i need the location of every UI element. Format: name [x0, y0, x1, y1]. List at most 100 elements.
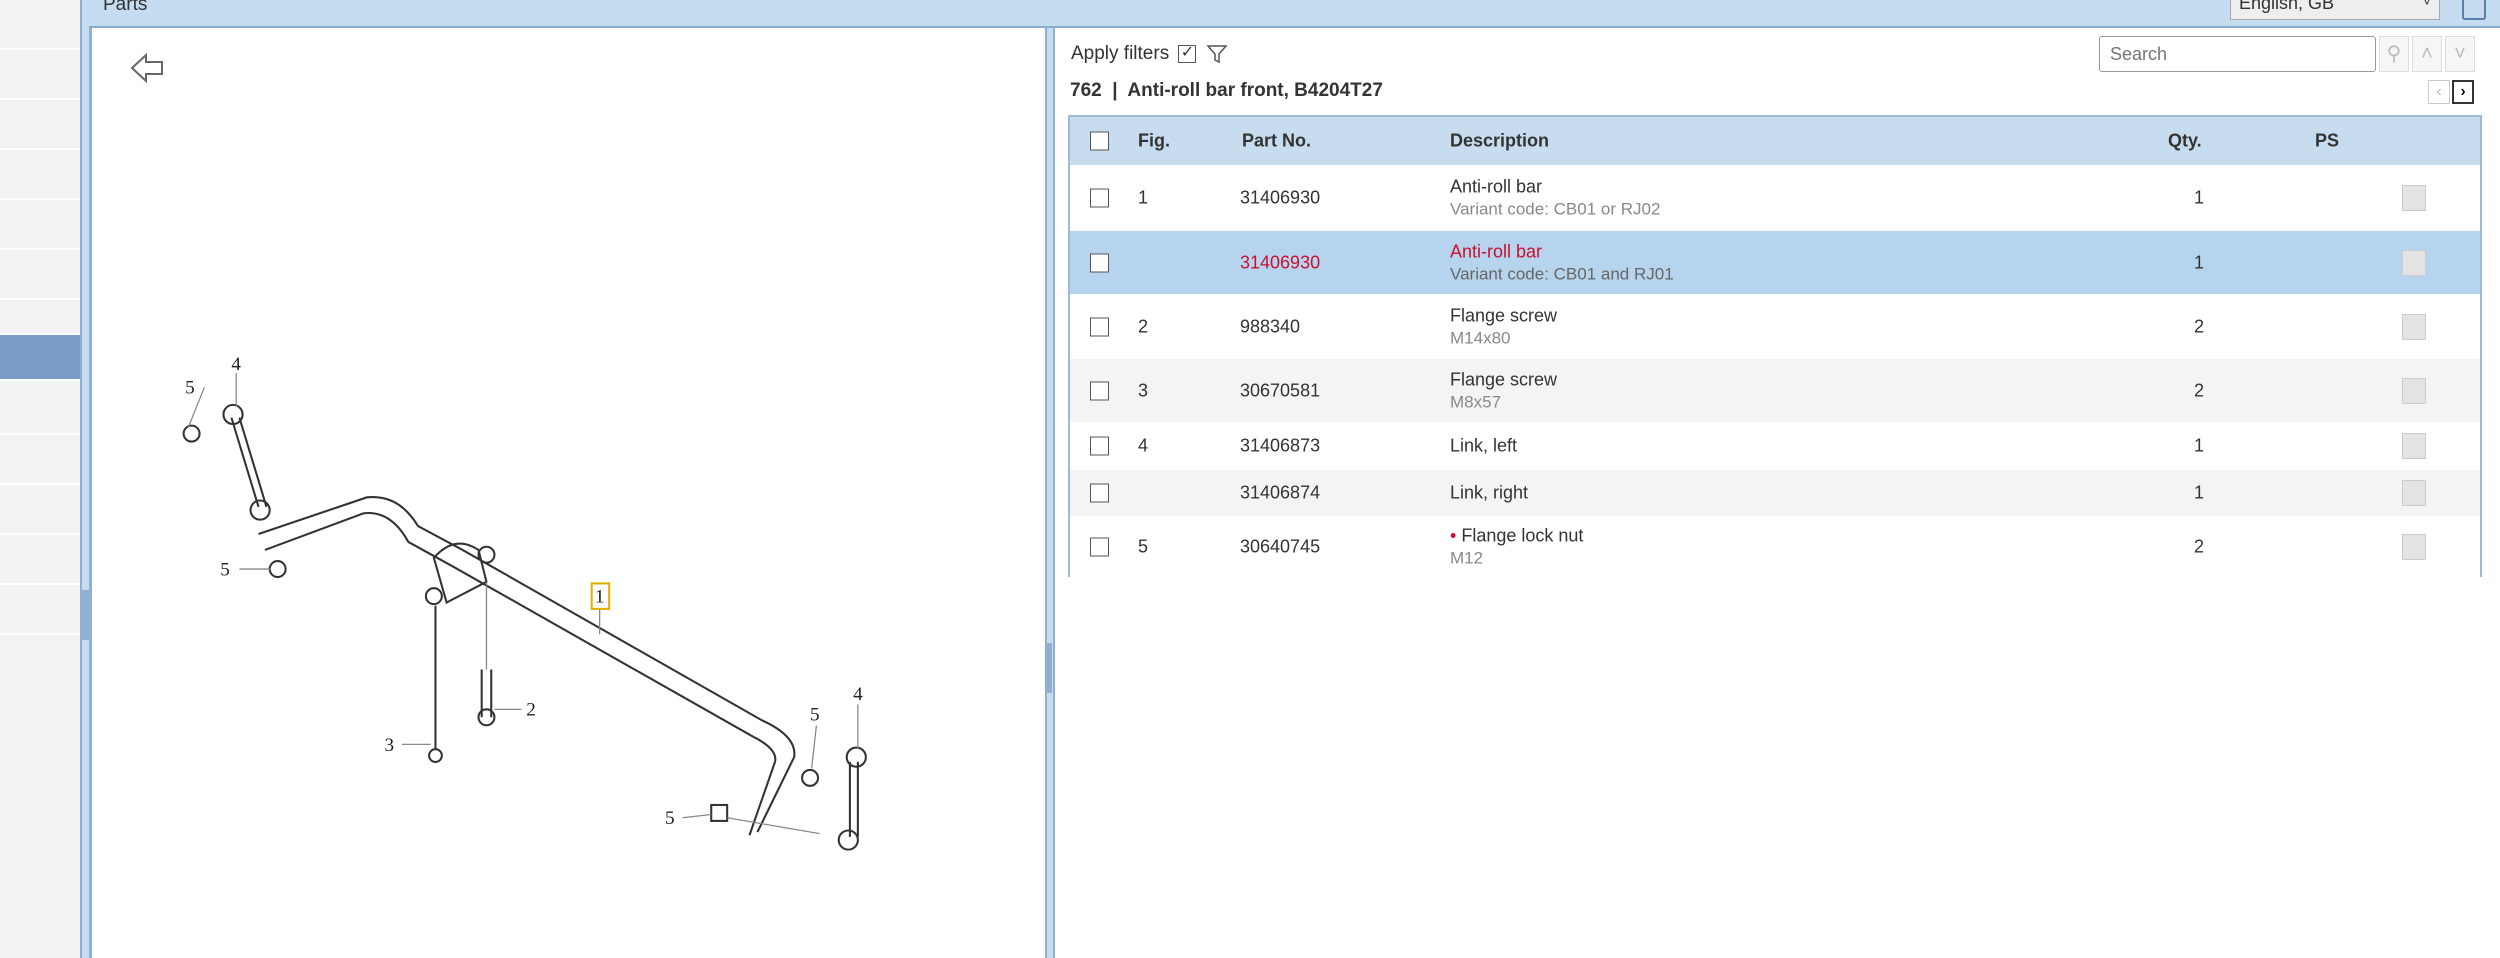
table-row[interactable]: 5 30640745 • Flange lock nut M12 2 [1070, 516, 2480, 577]
back-arrow-icon[interactable] [128, 48, 168, 88]
quantity: 2 [2194, 380, 2205, 400]
nav-item[interactable] [0, 385, 80, 435]
table-row[interactable]: 1 31406930 Anti-roll bar Variant code: C… [1070, 165, 2480, 230]
note-icon[interactable] [2402, 377, 2426, 404]
left-nav [0, 0, 80, 958]
description-detail: M12 [1450, 548, 1484, 568]
collapse-handle[interactable] [81, 590, 89, 640]
nav-item[interactable] [0, 150, 80, 200]
note-icon[interactable] [2402, 249, 2426, 276]
description-title: Anti-roll bar [1450, 176, 1543, 197]
description-detail: M14x80 [1450, 328, 1511, 347]
left-splitter[interactable] [80, 0, 89, 958]
apply-filters-label: Apply filters [1071, 43, 1170, 65]
chevron-down-icon: ˅ [2422, 0, 2431, 9]
part-number[interactable]: 988340 [1240, 316, 1300, 337]
description-title: Flange lock nut [1461, 525, 1584, 546]
print-icon[interactable] [2462, 0, 2486, 20]
nav-item[interactable] [0, 285, 80, 335]
part-number[interactable]: 31406873 [1240, 436, 1320, 457]
quantity: 1 [2194, 482, 2205, 503]
nav-item[interactable] [0, 0, 80, 50]
parts-header: Parts English, GB ˅ [89, 0, 2500, 28]
fig-number: 3 [1138, 380, 1149, 400]
row-checkbox[interactable] [1090, 483, 1109, 503]
quantity: 2 [2194, 536, 2205, 557]
next-match-button[interactable]: ˅ [2445, 36, 2475, 72]
note-icon[interactable] [2402, 313, 2426, 340]
search-icon: ⚲ [2386, 43, 2402, 65]
row-checkbox[interactable] [1090, 188, 1109, 208]
collapse-handle[interactable] [1046, 643, 1052, 693]
nav-item[interactable] [0, 535, 80, 585]
nav-item[interactable] [0, 200, 80, 250]
apply-filters: Apply filters ✓ [1071, 43, 1228, 65]
description: Link, left [1450, 436, 1517, 457]
language-value: English, GB [2239, 0, 2335, 13]
nav-item-active[interactable] [0, 335, 80, 381]
description: Flange screw M8x57 [1450, 369, 1557, 412]
description: • Flange lock nut M12 [1450, 526, 1583, 569]
description: Link, right [1450, 483, 1528, 504]
search-button[interactable]: ⚲ [2379, 36, 2409, 72]
table-row[interactable]: 31406930 Anti-roll bar Variant code: CB0… [1070, 230, 2480, 294]
part-number[interactable]: 30640745 [1240, 537, 1320, 558]
description-detail: Variant code: CB01 or RJ02 [1450, 199, 1661, 219]
row-checkbox[interactable] [1090, 253, 1109, 272]
header-ps[interactable]: PS [2315, 131, 2339, 152]
description: Anti-roll bar Variant code: CB01 or RJ02 [1450, 177, 1660, 220]
nav-item[interactable] [0, 585, 80, 635]
chevron-up-icon: ˄ [2421, 43, 2433, 65]
next-group-button[interactable]: › [2452, 80, 2474, 104]
previous-group-button[interactable]: ‹ [2428, 80, 2450, 104]
nav-item[interactable] [0, 50, 80, 100]
quantity: 1 [2194, 252, 2205, 272]
quantity: 2 [2194, 316, 2205, 336]
table-row[interactable]: 2 988340 Flange screw M14x80 2 [1070, 294, 2480, 358]
row-checkbox[interactable] [1090, 436, 1109, 456]
select-all-checkbox[interactable] [1090, 131, 1109, 151]
header-description[interactable]: Description [1450, 131, 1549, 152]
note-icon[interactable] [2402, 480, 2426, 506]
apply-filters-checkbox[interactable]: ✓ [1178, 45, 1197, 63]
table-row[interactable]: 3 30670581 Flange screw M8x57 2 [1070, 358, 2480, 422]
part-number[interactable]: 31406930 [1240, 252, 1320, 273]
chevron-down-icon: ˅ [2454, 43, 2466, 65]
table-row[interactable]: 4 31406873 Link, left 1 [1070, 422, 2480, 469]
part-number[interactable]: 30670581 [1240, 380, 1320, 401]
marker: • [1450, 525, 1457, 546]
search-input[interactable] [2099, 36, 2376, 72]
description-title: Link, right [1450, 482, 1529, 503]
table-row[interactable]: 31406874 Link, right 1 [1070, 469, 2480, 516]
header-part-no[interactable]: Part No. [1242, 131, 1311, 152]
row-checkbox[interactable] [1090, 381, 1109, 400]
note-icon[interactable] [2402, 433, 2426, 459]
quantity: 1 [2194, 187, 2205, 208]
description-detail: M8x57 [1450, 392, 1502, 411]
header-title: Parts [103, 0, 148, 15]
note-icon[interactable] [2402, 185, 2426, 211]
description-title: Link, left [1450, 435, 1518, 456]
description: Anti-roll bar Variant code: CB01 and RJ0… [1450, 241, 1674, 284]
row-checkbox[interactable] [1090, 317, 1109, 336]
row-checkbox[interactable] [1090, 537, 1109, 557]
fig-number: 2 [1138, 316, 1149, 336]
diagram-panel [89, 28, 1045, 958]
part-number[interactable]: 31406930 [1240, 188, 1320, 209]
previous-match-button[interactable]: ˄ [2412, 36, 2442, 72]
filter-icon[interactable] [1206, 43, 1228, 65]
quantity: 1 [2194, 435, 2205, 456]
header-qty[interactable]: Qty. [2168, 131, 2202, 152]
nav-item[interactable] [0, 435, 80, 485]
description-detail: Variant code: CB01 and RJ01 [1450, 264, 1674, 283]
middle-splitter[interactable] [1045, 28, 1055, 958]
part-number[interactable]: 31406874 [1240, 483, 1320, 504]
description-title: Anti-roll bar [1450, 241, 1543, 261]
nav-item[interactable] [0, 485, 80, 535]
language-select[interactable]: English, GB ˅ [2230, 0, 2440, 20]
nav-item[interactable] [0, 100, 80, 150]
description: Flange screw M14x80 [1450, 305, 1557, 348]
note-icon[interactable] [2402, 534, 2426, 560]
description-title: Flange screw [1450, 305, 1558, 325]
header-fig[interactable]: Fig. [1138, 131, 1170, 152]
